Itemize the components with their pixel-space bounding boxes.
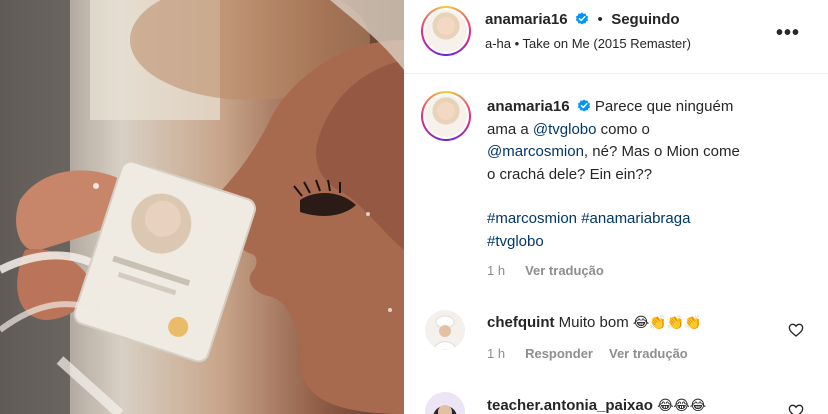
comment-avatar-chefquint[interactable]	[425, 310, 465, 350]
author-username[interactable]: anamaria16	[485, 11, 568, 28]
author-line: anamaria16 • Seguindo	[485, 11, 680, 29]
hashtags-line-2[interactable]: #tvglobo	[487, 233, 544, 250]
caption-part: Parece que ninguém	[594, 98, 734, 115]
photo-illustration	[0, 0, 404, 414]
caption-part: ama a	[487, 120, 529, 138]
post-header: anamaria16 • Seguindo a-ha • Take on Me …	[404, 0, 828, 74]
verified-badge-icon	[577, 99, 590, 112]
caption-meta: 1 h Ver tradução	[487, 263, 604, 278]
post-side-panel: anamaria16 • Seguindo a-ha • Take on Me …	[404, 0, 828, 414]
caption-avatar[interactable]	[421, 91, 471, 141]
chef-avatar-icon	[425, 310, 465, 350]
comment-body: Muito bom	[558, 314, 629, 331]
separator-dot: •	[597, 11, 603, 28]
comment-meta: 1 h Responder Ver tradução	[487, 346, 688, 361]
post-photo	[0, 0, 404, 414]
caption-part: como o	[600, 120, 650, 138]
mention-marcosmion[interactable]: @marcosmion	[487, 143, 584, 160]
comment-translate-link[interactable]: Ver tradução	[609, 346, 688, 361]
verified-badge-icon	[575, 12, 589, 25]
comment-time[interactable]: 1 h	[487, 346, 505, 361]
heart-icon[interactable]	[788, 322, 804, 338]
comment-emojis: 😂👏👏👏	[632, 315, 702, 331]
caption-text: anamaria16 Parece que ninguém ama a @tvg…	[487, 96, 787, 186]
more-options-icon[interactable]: •••	[776, 22, 800, 45]
audio-track[interactable]: a-ha • Take on Me (2015 Remaster)	[485, 36, 691, 51]
caption-time[interactable]: 1 h	[487, 263, 505, 278]
caption-hashtags: #marcosmion #anamariabraga #tvglobo	[487, 208, 787, 253]
comment-text: teacher.antonia_paixao 😂😂😂	[487, 397, 706, 414]
author-avatar[interactable]	[421, 6, 471, 56]
comment-reply-link[interactable]: Responder	[525, 346, 593, 361]
comment-emojis: 😂😂😂	[657, 398, 707, 414]
caption-username[interactable]: anamaria16	[487, 98, 570, 115]
mention-tvglobo[interactable]: @tvglobo	[533, 121, 597, 138]
heart-icon[interactable]	[788, 403, 804, 414]
caption-part: , né? Mas o Mion come	[583, 143, 740, 160]
comment-avatar-teacher[interactable]	[425, 392, 465, 414]
comment-text: chefquint Muito bom 😂👏👏👏	[487, 314, 702, 331]
caption-translate-link[interactable]: Ver tradução	[525, 263, 604, 278]
hashtags-line-1[interactable]: #marcosmion #anamariabraga	[487, 210, 690, 227]
comment-username[interactable]: chefquint	[487, 314, 555, 331]
follow-state-button[interactable]: Seguindo	[611, 11, 679, 28]
user-avatar-icon	[425, 392, 465, 414]
caption-part: o crachá dele? Ein ein??	[487, 165, 653, 183]
comment-username[interactable]: teacher.antonia_paixao	[487, 397, 653, 414]
